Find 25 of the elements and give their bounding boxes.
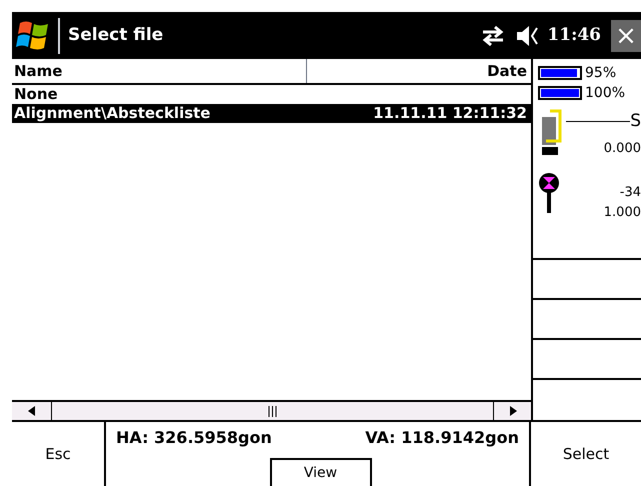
va-reading: VA: 118.9142gon <box>365 427 519 449</box>
battery-icon <box>538 86 582 100</box>
left-arrow-icon[interactable] <box>28 406 36 416</box>
prism-icon <box>538 171 560 215</box>
esc-button[interactable]: Esc <box>12 422 106 486</box>
clock[interactable]: 11:46 <box>547 22 601 48</box>
column-header[interactable]: Name <box>12 59 307 83</box>
select-button[interactable]: Select <box>531 422 641 486</box>
battery-reading: 95% <box>585 64 616 82</box>
instrument-reading: 0.000 <box>604 140 641 158</box>
battery-reading: 100% <box>585 84 626 102</box>
battery-icon <box>538 66 582 80</box>
window-title: Select file <box>68 24 164 47</box>
line-connector <box>566 121 630 122</box>
prism-reading: -34 <box>620 184 641 202</box>
right-arrow-icon[interactable] <box>508 406 516 416</box>
instrument-label: S <box>630 110 641 133</box>
horizontal-scrollbar[interactable] <box>12 400 531 420</box>
file-row[interactable]: Alignment\Absteckliste 11.11.11 12:11:32 <box>12 104 531 123</box>
view-button[interactable]: View <box>270 458 372 486</box>
prism-reading: 1.000 <box>604 204 641 222</box>
column-header[interactable]: Date <box>307 59 531 83</box>
close-button[interactable]: × <box>611 20 641 52</box>
scroll-thumb-icon[interactable] <box>268 406 277 416</box>
ha-reading: HA: 326.5958gon <box>116 427 272 449</box>
